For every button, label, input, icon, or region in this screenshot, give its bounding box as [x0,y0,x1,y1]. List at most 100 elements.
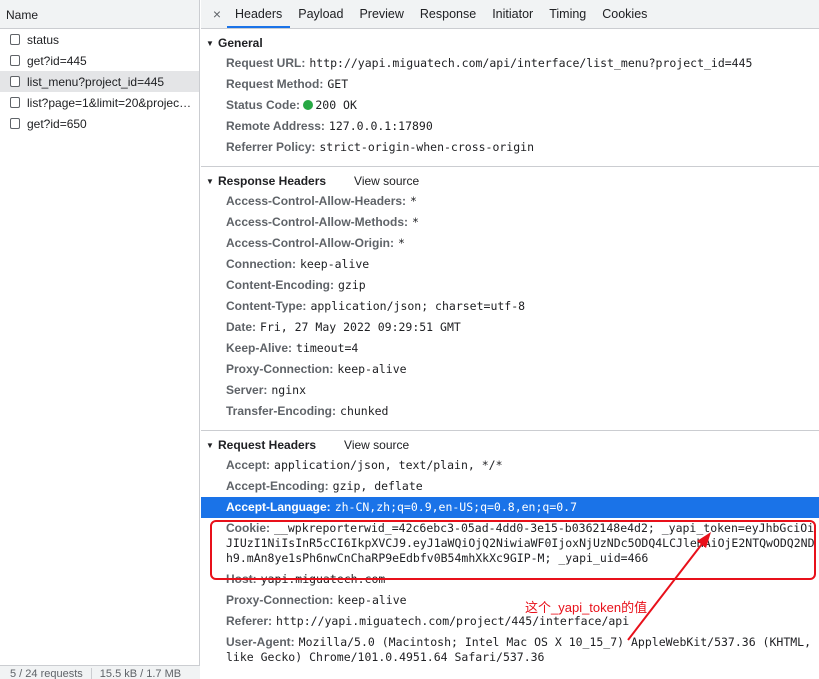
transfer-size: 15.5 kB / 1.7 MB [99,668,182,679]
request-row-get-445[interactable]: get?id=445 [0,50,199,71]
header-value: application/json; charset=utf-8 [310,299,526,313]
header-value: keep-alive [300,257,370,271]
header-key: Host: [226,572,257,586]
status-bar: 5 / 24 requests 15.5 kB / 1.7 MB [0,665,200,679]
request-row-list-menu[interactable]: list_menu?project_id=445 [0,71,199,92]
header-value: * [410,194,417,208]
header-value: application/json, text/plain, */* [274,458,503,472]
request-headers-section-header[interactable]: ▼ Request Headers View source [201,435,819,455]
triangle-down-icon: ▼ [206,440,214,450]
header-row-remote-address: Remote Address: 127.0.0.1:17890 [201,116,819,137]
header-key: Request URL: [226,56,306,70]
header-key: Keep-Alive: [226,341,293,355]
header-value: Fri, 27 May 2022 09:29:51 GMT [260,320,461,334]
header-key: Status Code: [226,98,301,112]
request-row-get-650[interactable]: get?id=650 [0,113,199,134]
header-value: http://yapi.miguatech.com/project/445/in… [276,614,630,628]
header-row-referrer-policy: Referrer Policy: strict-origin-when-cross… [201,137,819,158]
section-title: General [218,36,263,50]
tab-preview[interactable]: Preview [351,0,411,28]
request-list-panel: Name status get?id=445 list_menu?project… [0,0,200,679]
header-key: Transfer-Encoding: [226,404,337,418]
tab-initiator[interactable]: Initiator [484,0,541,28]
header-value: * [398,236,405,250]
request-name: get?id=650 [27,116,87,131]
response-headers-section-header[interactable]: ▼ Response Headers View source [201,171,819,191]
checkbox-icon [10,55,20,66]
view-source-link[interactable]: View source [354,174,419,188]
tab-response[interactable]: Response [412,0,484,28]
header-value: chunked [340,404,389,418]
tab-cookies[interactable]: Cookies [594,0,655,28]
view-source-link[interactable]: View source [344,438,409,452]
header-key: Content-Type: [226,299,307,313]
details-tab-bar: × Headers Payload Preview Response Initi… [201,0,819,29]
header-value: 200 OK [315,98,357,112]
tab-headers[interactable]: Headers [227,0,291,28]
triangle-down-icon: ▼ [206,38,214,48]
header-row: Host: yapi.miguatech.com [201,569,819,590]
header-row: Proxy-Connection: keep-alive [201,590,819,611]
header-row: Server: nginx [201,380,819,401]
header-key: Cookie: [226,521,271,535]
request-count: 5 / 24 requests [10,668,83,679]
header-value: gzip [337,278,366,292]
header-value: strict-origin-when-cross-origin [319,140,535,154]
header-value: GET [327,77,349,91]
request-name: list_menu?project_id=445 [27,74,165,89]
general-section: ▼ General Request URL: http://yapi.miguat… [201,29,819,167]
name-column-header[interactable]: Name [0,0,199,29]
header-key: Referer: [226,614,273,628]
request-headers-section: ▼ Request Headers View source Accept: app… [201,431,819,676]
header-row: Access-Control-Allow-Methods: * [201,212,819,233]
header-key: Server: [226,383,268,397]
header-key: Request Method: [226,77,324,91]
request-name: status [27,32,60,47]
header-value: __wpkreporterwid_=42c6ebc3-05ad-4dd0-3e1… [226,521,815,565]
header-row: Keep-Alive: timeout=4 [201,338,819,359]
request-row-list[interactable]: list?page=1&limit=20&projec… [0,92,199,113]
header-row-user-agent: User-Agent: Mozilla/5.0 (Macintosh; Intel… [201,632,819,668]
header-value: http://yapi.miguatech.com/api/interface/… [309,56,753,70]
request-row-status[interactable]: status [0,29,199,50]
header-row: Access-Control-Allow-Origin: * [201,233,819,254]
header-row: Accept: application/json, text/plain, */* [201,455,819,476]
tab-timing[interactable]: Timing [541,0,594,28]
header-row: Access-Control-Allow-Headers: * [201,191,819,212]
header-key: Access-Control-Allow-Headers: [226,194,407,208]
checkbox-icon [10,118,20,129]
checkbox-icon [10,76,20,87]
annotation-label: 这个_yapi_token的值 [525,600,648,615]
header-row-status-code: Status Code: 200 OK [201,95,819,116]
checkbox-icon [10,34,20,45]
header-key: Referrer Policy: [226,140,316,154]
header-value: keep-alive [337,593,407,607]
header-key: Accept-Language: [226,500,331,514]
header-row-selected[interactable]: Accept-Language: zh-CN,zh;q=0.9,en-US;q=0… [201,497,819,518]
header-row-cookie: Cookie: __wpkreporterwid_=42c6ebc3-05ad-4… [201,518,819,569]
header-key: Connection: [226,257,296,271]
header-key: Remote Address: [226,119,325,133]
header-key: Access-Control-Allow-Origin: [226,236,395,250]
close-icon[interactable]: × [207,0,227,28]
header-row: Date: Fri, 27 May 2022 09:29:51 GMT [201,317,819,338]
header-value: Mozilla/5.0 (Macintosh; Intel Mac OS X 1… [226,635,812,664]
tab-payload[interactable]: Payload [290,0,351,28]
header-value: 127.0.0.1:17890 [328,119,433,133]
general-section-header[interactable]: ▼ General [201,33,819,53]
header-row-request-method: Request Method: GET [201,74,819,95]
status-ok-icon [303,100,314,110]
divider [90,668,92,679]
header-key: Accept-Encoding: [226,479,329,493]
header-value: gzip, deflate [332,479,423,493]
section-title: Response Headers [218,174,327,188]
header-value: yapi.miguatech.com [260,572,386,586]
header-row: Proxy-Connection: keep-alive [201,359,819,380]
header-key: Accept: [226,458,271,472]
request-name: list?page=1&limit=20&projec… [27,95,192,110]
checkbox-icon [10,97,20,108]
header-value: keep-alive [337,362,407,376]
request-name: get?id=445 [27,53,87,68]
header-value: timeout=4 [296,341,359,355]
header-row-request-url: Request URL: http://yapi.miguatech.com/ap… [201,53,819,74]
